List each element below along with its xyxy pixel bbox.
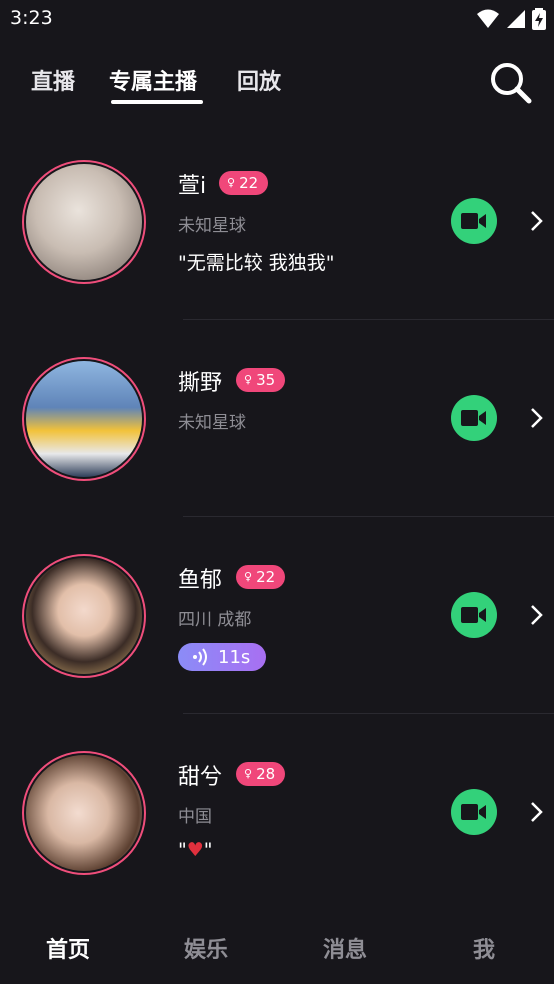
level-value: 22 <box>256 568 276 586</box>
host-location: 未知星球 <box>178 216 246 236</box>
battery-charging-icon <box>532 8 546 30</box>
avatar[interactable] <box>22 554 146 678</box>
nav-entertainment[interactable]: 娱乐 <box>184 932 228 964</box>
voice-duration: 11s <box>218 646 251 668</box>
nav-me[interactable]: 我 <box>473 932 495 964</box>
tab-replay[interactable]: 回放 <box>237 64 281 96</box>
host-name: 萱i <box>178 174 207 199</box>
video-call-button[interactable] <box>451 198 497 244</box>
status-icons <box>476 8 546 30</box>
host-name: 甜兮 <box>178 765 223 790</box>
chevron-right-icon[interactable] <box>528 210 544 232</box>
video-call-button[interactable] <box>451 592 497 638</box>
video-camera-icon <box>461 607 486 623</box>
level-badge: ♀ 22 <box>236 565 286 589</box>
host-row[interactable]: 甜兮 ♀ 28 中国 "♥" <box>0 713 554 910</box>
host-name: 撕野 <box>178 371 223 396</box>
nav-home[interactable]: 首页 <box>46 932 90 964</box>
avatar[interactable] <box>22 751 146 875</box>
video-call-button[interactable] <box>451 395 497 441</box>
level-value: 22 <box>239 174 259 192</box>
female-icon: ♀ <box>244 767 253 780</box>
host-location: 四川 成都 <box>178 610 252 630</box>
bottom-nav: 首页 娱乐 消息 我 <box>0 906 554 984</box>
tab-live[interactable]: 直播 <box>31 64 75 96</box>
search-icon[interactable] <box>488 60 534 106</box>
chevron-right-icon[interactable] <box>528 407 544 429</box>
female-icon: ♀ <box>244 373 253 386</box>
video-camera-icon <box>461 213 486 229</box>
avatar[interactable] <box>22 160 146 284</box>
host-location: 未知星球 <box>178 413 246 433</box>
level-badge: ♀ 28 <box>236 762 286 786</box>
avatar[interactable] <box>22 357 146 481</box>
tab-exclusive-hosts[interactable]: 专属主播 <box>109 64 197 96</box>
active-tab-indicator <box>111 100 203 104</box>
video-call-button[interactable] <box>451 789 497 835</box>
signature-quote-open: " <box>178 839 187 861</box>
level-badge: ♀ 22 <box>219 171 269 195</box>
voice-message-pill[interactable]: 11s <box>178 643 266 671</box>
host-location: 中国 <box>178 807 212 827</box>
chevron-right-icon[interactable] <box>528 604 544 626</box>
level-value: 28 <box>256 765 276 783</box>
sound-wave-icon <box>193 648 207 666</box>
level-badge: ♀ 35 <box>236 368 286 392</box>
female-icon: ♀ <box>227 176 236 189</box>
signal-icon <box>507 10 525 28</box>
top-tabs: 直播 专属主播 回放 <box>0 60 554 110</box>
host-row[interactable]: 撕野 ♀ 35 未知星球 <box>0 319 554 517</box>
chevron-right-icon[interactable] <box>528 801 544 823</box>
nav-messages[interactable]: 消息 <box>323 932 367 964</box>
host-name: 鱼郁 <box>178 568 223 593</box>
signature-quote-close: " <box>203 839 213 861</box>
video-camera-icon <box>461 804 486 820</box>
host-row[interactable]: 鱼郁 ♀ 22 四川 成都 11s <box>0 516 554 714</box>
level-value: 35 <box>256 371 276 389</box>
host-row[interactable]: 萱i ♀ 22 未知星球 "无需比较 我独我" <box>0 122 554 320</box>
heart-icon: ♥ <box>186 839 204 861</box>
host-signature: "无需比较 我独我" <box>178 252 335 274</box>
wifi-icon <box>477 9 499 28</box>
video-camera-icon <box>461 410 486 426</box>
status-time: 3:23 <box>10 7 53 29</box>
female-icon: ♀ <box>244 570 253 583</box>
host-signature: "♥" <box>178 839 213 861</box>
status-bar: 3:23 <box>0 0 554 38</box>
